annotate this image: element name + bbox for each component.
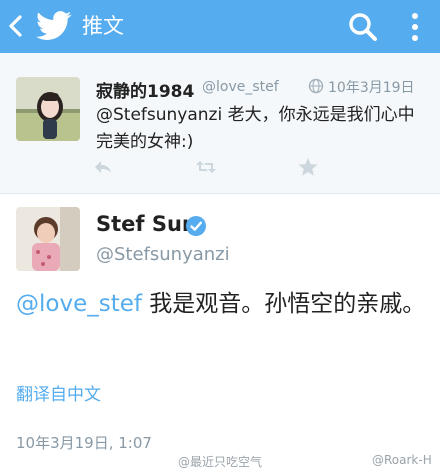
globe-icon (308, 78, 324, 94)
watermark-text: @最近只吃空气 (178, 455, 263, 469)
back-arrow-icon[interactable] (6, 12, 26, 40)
user-handle[interactable]: @love_stef (202, 79, 279, 95)
more-options-icon[interactable] (409, 10, 421, 44)
tweet-text: @love_stef 我是观音。孙悟空的亲戚。 (16, 287, 426, 321)
top-app-bar: 推文 (0, 0, 440, 53)
mention-link[interactable]: @love_stef (16, 291, 142, 317)
reply-icon[interactable] (92, 157, 114, 177)
avatar[interactable] (16, 207, 80, 271)
search-icon[interactable] (347, 11, 379, 43)
tweet-timestamp: 10年3月19日, 1:07 (16, 434, 152, 452)
verified-badge-icon (186, 216, 206, 236)
avatar[interactable] (16, 77, 80, 141)
page-title: 推文 (82, 14, 124, 38)
user-handle[interactable]: @Stefsunyanzi (96, 244, 230, 265)
display-name[interactable]: Stef Sun (96, 212, 197, 236)
tweet-text: @Stefsunyanzi 老大，你永远是我们心中完美的女神:) (96, 105, 415, 152)
display-name[interactable]: 寂静的1984 (96, 77, 194, 102)
tweet-body: 我是观音。孙悟空的亲戚。 (141, 291, 426, 317)
retweet-icon[interactable] (195, 157, 217, 177)
twitter-bird-icon (36, 11, 72, 40)
tweet-date: 10年3月19日 (328, 80, 415, 96)
watermark-text: @Roark-H (372, 453, 432, 467)
translate-link[interactable]: 翻译自中文 (16, 380, 101, 405)
favorite-icon[interactable] (297, 157, 319, 177)
reply-tweet[interactable]: 寂静的1984 @love_stef 10年3月19日 @Stefsunyanz… (0, 53, 440, 194)
